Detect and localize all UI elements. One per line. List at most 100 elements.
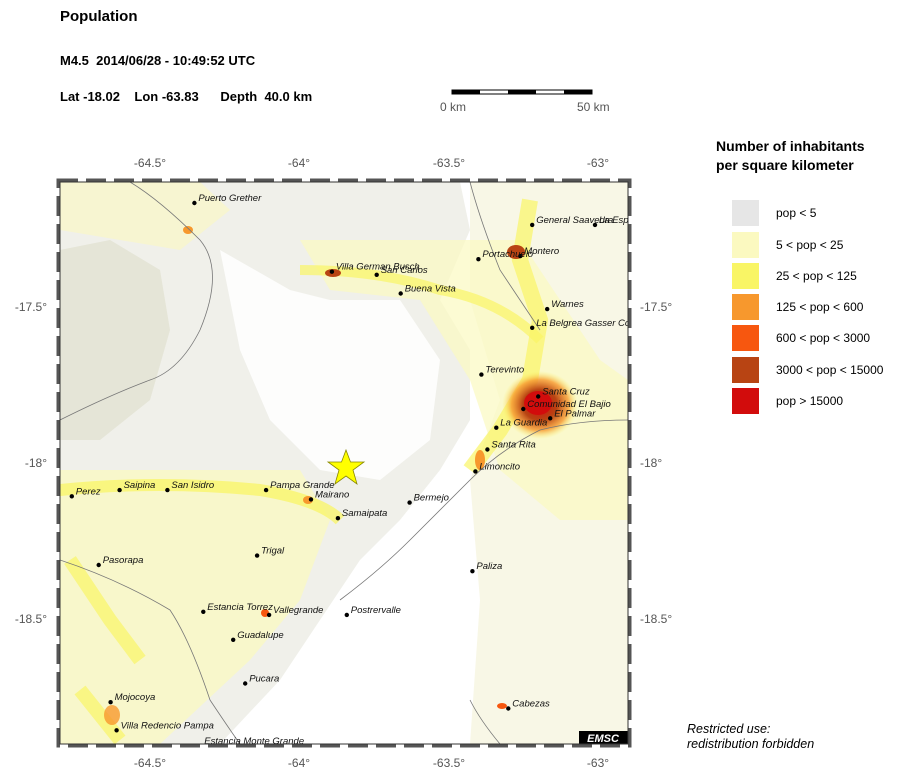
city-label: San Carlos <box>381 265 428 276</box>
scale-start-label: 0 km <box>440 100 466 114</box>
city-marker <box>69 494 75 499</box>
scale-bar <box>451 89 593 95</box>
legend-label: 5 < pop < 25 <box>776 238 844 252</box>
city-label: Guadalupe <box>237 630 283 641</box>
legend-label: 125 < pop < 600 <box>776 300 864 314</box>
city-marker <box>231 637 236 642</box>
city-marker <box>114 728 119 733</box>
usage-notice-line: Restricted use: <box>687 722 771 736</box>
scale-end-label: 50 km <box>577 100 610 114</box>
legend-title-line: Number of inhabitants <box>716 138 865 154</box>
legend-swatch <box>732 357 759 383</box>
city-marker <box>344 612 349 618</box>
city-label: El Palmar <box>554 408 596 419</box>
city-marker <box>473 469 478 474</box>
city-label: Santa Rita <box>491 440 535 451</box>
city-label: Cabezas <box>512 699 550 710</box>
city-marker <box>545 306 550 312</box>
city-marker <box>398 291 403 296</box>
legend-label: 3000 < pop < 15000 <box>776 363 884 377</box>
city-marker <box>117 487 122 493</box>
city-label: Santa Cruz <box>542 387 590 398</box>
legend-label: 25 < pop < 125 <box>776 269 857 283</box>
lon-tick-label: -63° <box>587 156 609 170</box>
legend-item: pop < 5 <box>732 200 902 226</box>
city-marker <box>108 700 113 705</box>
city-marker <box>329 269 335 274</box>
city-marker <box>263 487 269 493</box>
lat-tick-label: -17.5° <box>15 300 47 314</box>
lat-tick-label: -18.5° <box>15 612 47 626</box>
city-label: Portachuelo <box>482 249 533 260</box>
city-marker <box>407 500 412 505</box>
legend-title-line: per square kilometer <box>716 157 854 173</box>
lat-ticks-right: -17.5° -18° -18.5° <box>640 300 672 626</box>
legend-swatch <box>732 294 759 320</box>
city-marker <box>479 372 484 377</box>
city-marker <box>530 325 535 330</box>
legend-label: pop > 15000 <box>776 394 844 408</box>
city-label: Pasorapa <box>103 555 144 566</box>
city-label: Postrervalle <box>351 605 401 616</box>
lat-tick-label: -18.5° <box>640 612 672 626</box>
legend-item: 3000 < pop < 15000 <box>732 357 902 383</box>
city-marker <box>521 406 526 412</box>
city-label: Samaipata <box>342 508 387 519</box>
city-marker <box>254 553 260 558</box>
lon-tick-label: -64° <box>288 156 310 170</box>
legend-item: 125 < pop < 600 <box>732 294 902 320</box>
city-marker <box>201 609 206 614</box>
city-label: Mojocoya <box>115 692 156 703</box>
city-marker <box>506 706 511 711</box>
city-marker <box>96 562 101 568</box>
lat-ticks-left: -17.5° -18° -18.5° <box>15 300 47 626</box>
city-label: Warnes <box>551 299 584 310</box>
city-marker <box>308 497 314 502</box>
city-label: Bermejo <box>414 493 449 504</box>
urban-patch <box>104 705 120 725</box>
lon-tick-label: -63° <box>587 756 609 770</box>
city-marker <box>266 612 272 618</box>
city-label: Paliza <box>476 561 502 572</box>
city-marker <box>476 257 481 262</box>
city-marker <box>335 516 341 521</box>
city-label: Perez <box>76 486 101 497</box>
city-label: La Esp <box>599 215 629 226</box>
map-area: Puerto GretherGeneral SaavedraLa EspMont… <box>60 182 630 745</box>
city-label: La Guardia <box>500 418 547 429</box>
city-label: Terevinto <box>485 365 524 376</box>
city-label: Buena Vista <box>405 284 456 295</box>
lon-ticks-bottom: -64.5° -64° -63.5° -63° <box>134 756 609 770</box>
city-label: Limoncito <box>479 461 520 472</box>
city-marker <box>494 425 499 430</box>
lon-tick-label: -63.5° <box>433 156 465 170</box>
legend-item: pop > 15000 <box>732 388 902 414</box>
city-marker <box>165 487 170 493</box>
emsc-logo-text: EMSC <box>587 733 620 745</box>
legend-swatch <box>732 263 759 289</box>
city-label: Estancia Torrez <box>207 602 273 613</box>
city-marker <box>374 272 379 277</box>
legend-label: pop < 5 <box>776 206 817 220</box>
city-marker <box>592 222 598 228</box>
legend-title: Number of inhabitants per square kilomet… <box>716 137 865 175</box>
legend-label: 600 < pop < 3000 <box>776 331 871 345</box>
legend-swatch <box>732 388 759 414</box>
lon-tick-label: -64.5° <box>134 756 166 770</box>
legend-item: 600 < pop < 3000 <box>732 325 902 351</box>
city-marker <box>530 222 535 228</box>
city-label: Pucara <box>249 674 279 685</box>
legend-item: 5 < pop < 25 <box>732 232 902 258</box>
usage-notice: Restricted use: redistribution forbidden <box>687 722 814 752</box>
city-label: La Belgrea Gasser Co <box>536 318 630 329</box>
urban-patch <box>183 226 193 234</box>
city-label: Villa Redencio Pampa <box>121 720 214 731</box>
city-marker <box>192 200 197 206</box>
urban-patch <box>497 703 507 709</box>
city-label: Mairano <box>315 489 349 500</box>
legend-item: 25 < pop < 125 <box>732 263 902 289</box>
city-label: San Isidro <box>171 480 214 491</box>
lat-tick-label: -18° <box>640 456 662 470</box>
city-label: Puerto Grether <box>198 193 262 204</box>
legend-swatch <box>732 200 759 226</box>
